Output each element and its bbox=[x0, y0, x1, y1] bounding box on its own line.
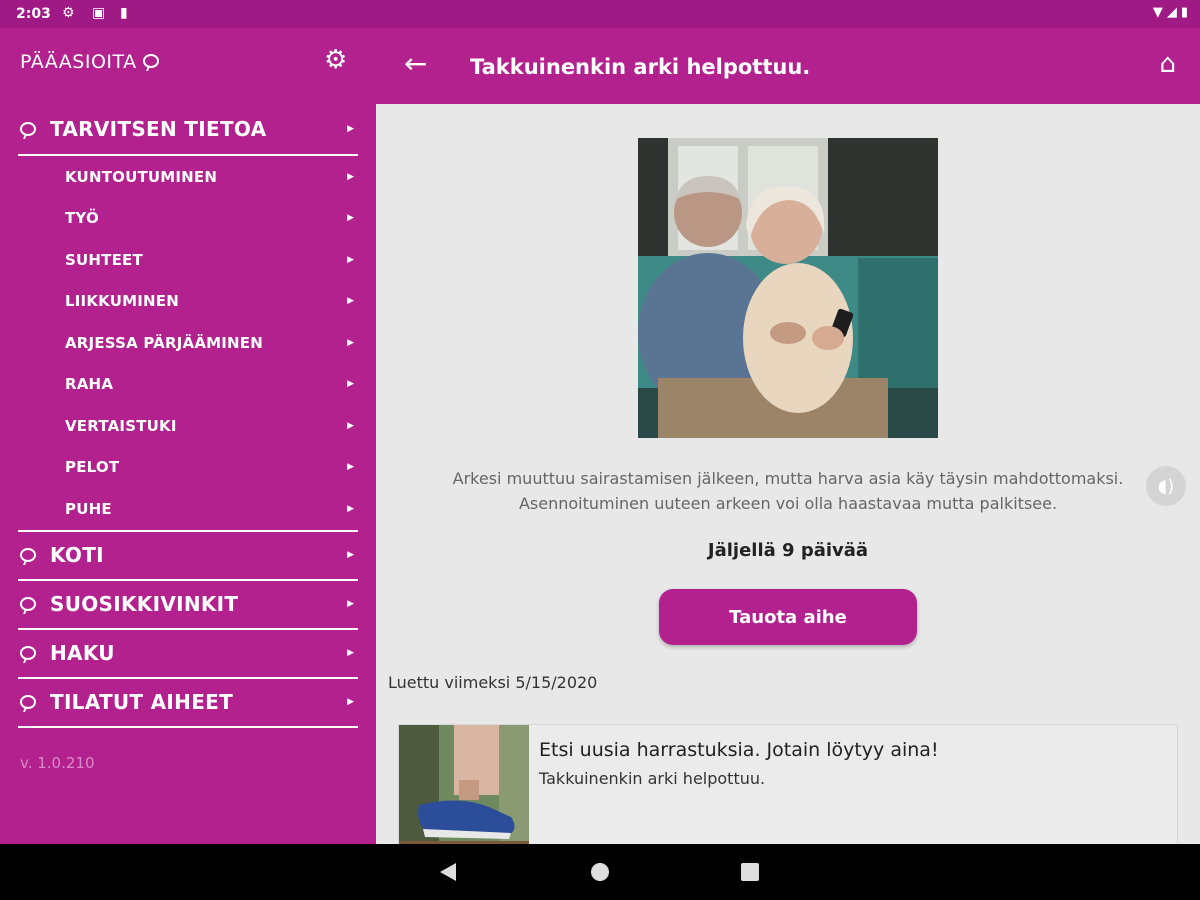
submenu-item-raha[interactable]: RAHA ▶ bbox=[18, 364, 358, 406]
gear-icon: ⚙ bbox=[62, 5, 75, 21]
home-icon[interactable]: ⌂ bbox=[1159, 50, 1176, 78]
submenu-item-label: PUHE bbox=[65, 499, 112, 518]
menu-item-tilatut-aiheet[interactable]: TILATUT AIHEET ▶ bbox=[18, 679, 358, 728]
status-right: ▼ ◢ ▮ bbox=[1153, 5, 1188, 20]
chat-bubble-icon bbox=[20, 548, 36, 562]
couple-photo-illustration bbox=[638, 138, 938, 438]
menu-item-suosikkivinkit[interactable]: SUOSIKKIVINKIT ▶ bbox=[18, 581, 358, 630]
submenu-list: KUNTOUTUMINEN ▶ TYÖ ▶ SUHTEET ▶ LIIKKUMI… bbox=[18, 156, 358, 532]
submenu-item-label: ARJESSA PÄRJÄÄMINEN bbox=[65, 333, 263, 352]
signal-icon: ◢ bbox=[1166, 5, 1177, 20]
sim-icon: ▮ bbox=[120, 5, 128, 21]
chevron-right-icon: ▶ bbox=[347, 462, 354, 473]
app-bar: ← Takkuinenkin arki helpottuu. ⌂ bbox=[376, 28, 1200, 104]
speaker-icon[interactable]: ◖) bbox=[1146, 466, 1186, 506]
menu-item-koti[interactable]: KOTI ▶ bbox=[18, 532, 358, 581]
tip-card-title: Etsi uusia harrastuksia. Jotain löytyy a… bbox=[539, 739, 939, 761]
topic-intro-text: Arkesi muuttuu sairastamisen jälkeen, mu… bbox=[452, 469, 1124, 513]
submenu-item-label: LIIKKUMINEN bbox=[65, 292, 179, 311]
wifi-icon: ▼ bbox=[1152, 5, 1163, 20]
topic-photo bbox=[638, 138, 938, 438]
submenu-item-tyo[interactable]: TYÖ ▶ bbox=[18, 198, 358, 240]
menu-item-label: KOTI bbox=[50, 543, 104, 567]
chevron-right-icon: ▶ bbox=[347, 697, 354, 707]
chat-bubble-icon bbox=[20, 597, 36, 611]
last-read-date: Luettu viimeksi 5/15/2020 bbox=[388, 673, 598, 692]
chat-bubble-icon bbox=[20, 695, 36, 709]
submenu-item-label: TYÖ bbox=[65, 209, 99, 228]
menu-item-tarvitsen-tietoa[interactable]: TARVITSEN TIETOA ▶ bbox=[18, 104, 358, 156]
submenu-item-label: RAHA bbox=[65, 375, 114, 394]
system-nav-bar bbox=[0, 844, 1200, 900]
chevron-right-icon: ▶ bbox=[347, 124, 354, 134]
page-title: Takkuinenkin arki helpottuu. bbox=[470, 55, 811, 79]
tip-card[interactable]: Etsi uusia harrastuksia. Jotain löytyy a… bbox=[398, 724, 1178, 854]
image-icon: ▣ bbox=[92, 5, 106, 21]
chevron-right-icon: ▶ bbox=[347, 648, 354, 658]
submenu-item-kuntoutuminen[interactable]: KUNTOUTUMINEN ▶ bbox=[18, 156, 358, 198]
menu-item-label: TILATUT AIHEET bbox=[50, 690, 234, 714]
nav-recents-icon[interactable] bbox=[741, 863, 759, 881]
status-bar: 2:03 ⚙ ▣ ▮ ▼ ◢ ▮ bbox=[0, 0, 1200, 28]
submenu-item-label: PELOT bbox=[65, 458, 120, 477]
chat-bubble-icon bbox=[20, 122, 36, 136]
drawer-title-text: PÄÄASIOITA bbox=[20, 51, 137, 73]
nav-back-icon[interactable] bbox=[440, 863, 456, 881]
drawer-menu: TARVITSEN TIETOA ▶ KUNTOUTUMINEN ▶ TYÖ ▶… bbox=[18, 104, 358, 728]
submenu-item-arjessa-parjaaminen[interactable]: ARJESSA PÄRJÄÄMINEN ▶ bbox=[18, 322, 358, 364]
status-time: 2:03 bbox=[16, 6, 51, 22]
submenu-item-liikkuminen[interactable]: LIIKKUMINEN ▶ bbox=[18, 281, 358, 323]
chevron-right-icon: ▶ bbox=[347, 254, 354, 265]
submenu-item-suhteet[interactable]: SUHTEET ▶ bbox=[18, 239, 358, 281]
chevron-right-icon: ▶ bbox=[347, 337, 354, 348]
submenu-item-vertaistuki[interactable]: VERTAISTUKI ▶ bbox=[18, 405, 358, 447]
menu-item-haku[interactable]: HAKU ▶ bbox=[18, 630, 358, 679]
chevron-right-icon: ▶ bbox=[347, 213, 354, 224]
chevron-right-icon: ▶ bbox=[347, 379, 354, 390]
submenu-item-label: KUNTOUTUMINEN bbox=[65, 167, 218, 186]
menu-item-label: TARVITSEN TIETOA bbox=[50, 117, 267, 141]
submenu-item-puhe[interactable]: PUHE ▶ bbox=[18, 488, 358, 530]
chevron-right-icon: ▶ bbox=[347, 171, 354, 182]
chat-bubble-icon bbox=[142, 53, 159, 68]
chevron-right-icon: ▶ bbox=[347, 550, 354, 560]
nav-home-icon[interactable] bbox=[591, 863, 609, 881]
menu-item-label: SUOSIKKIVINKIT bbox=[50, 592, 239, 616]
drawer-title: PÄÄASIOITA bbox=[20, 51, 159, 73]
days-remaining: Jäljellä 9 päivää bbox=[707, 540, 869, 561]
chat-bubble-icon bbox=[20, 646, 36, 660]
shoe-photo-illustration bbox=[399, 725, 529, 853]
tip-card-thumbnail bbox=[399, 725, 529, 853]
menu-item-label: HAKU bbox=[50, 641, 115, 665]
submenu-item-label: VERTAISTUKI bbox=[65, 416, 177, 435]
chevron-right-icon: ▶ bbox=[347, 599, 354, 609]
drawer-header: PÄÄASIOITA ⚙ bbox=[0, 28, 376, 104]
tip-card-subtitle: Takkuinenkin arki helpottuu. bbox=[539, 769, 766, 788]
chevron-right-icon: ▶ bbox=[347, 503, 354, 514]
settings-gear-icon[interactable]: ⚙ bbox=[324, 46, 347, 74]
chevron-right-icon: ▶ bbox=[347, 420, 354, 431]
submenu-item-label: SUHTEET bbox=[65, 250, 143, 269]
app-version: v. 1.0.210 bbox=[20, 754, 95, 772]
navigation-drawer: PÄÄASIOITA ⚙ TARVITSEN TIETOA ▶ KUNTOUTU… bbox=[0, 28, 376, 844]
chevron-right-icon: ▶ bbox=[347, 296, 354, 307]
pause-topic-button[interactable]: Tauota aihe bbox=[659, 589, 917, 645]
submenu-item-pelot[interactable]: PELOT ▶ bbox=[18, 447, 358, 489]
main-content: Arkesi muuttuu sairastamisen jälkeen, mu… bbox=[376, 104, 1200, 854]
back-arrow-icon[interactable]: ← bbox=[404, 48, 427, 80]
battery-icon: ▮ bbox=[1180, 5, 1188, 20]
